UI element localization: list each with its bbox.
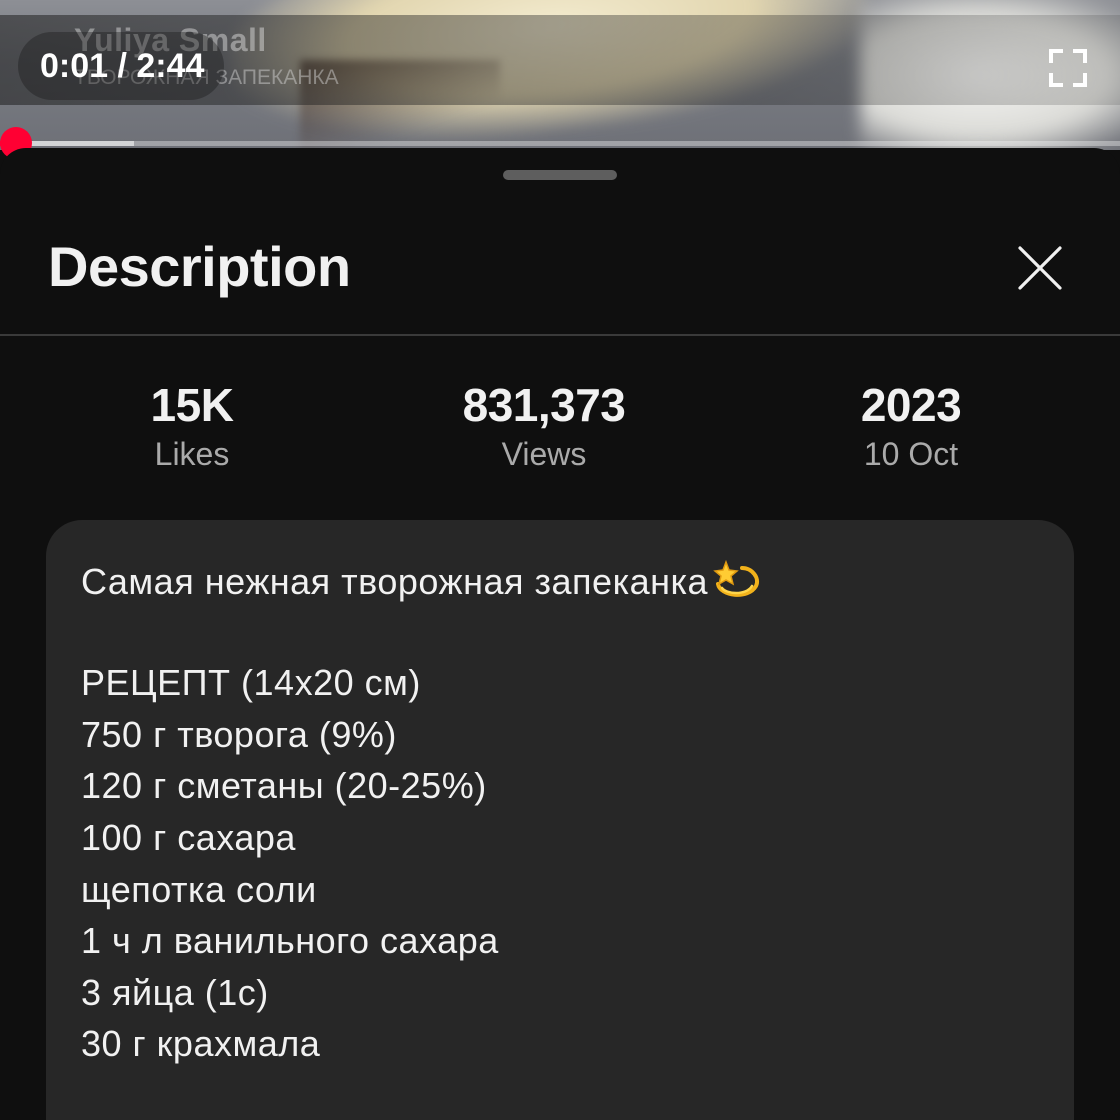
app-screen: Yuliya Small ТВОРОЖНАЯ ЗАПЕКАНКА 0:01 / …: [0, 0, 1120, 1120]
views-count: 831,373: [462, 379, 626, 431]
description-text: Самая нежная творожная запеканка РЕЦЕПТ …: [81, 554, 1041, 1070]
description-line: 750 г творога (9%): [81, 713, 397, 755]
fullscreen-icon[interactable]: [1048, 48, 1088, 88]
views-label: Views: [501, 435, 587, 472]
close-icon[interactable]: [1012, 240, 1068, 296]
description-line: [81, 606, 1041, 658]
description-line: 3 яйца (1с): [81, 971, 269, 1013]
description-line: 100 г сахара: [81, 816, 296, 858]
upload-day-month: 10 Oct: [863, 435, 959, 472]
dizzy-star-icon: [713, 559, 760, 597]
sheet-title: Description: [48, 235, 351, 298]
progress-bar[interactable]: [0, 127, 1120, 159]
upload-year: 2023: [860, 379, 962, 431]
description-line: РЕЦЕПТ (14х20 см): [81, 662, 421, 704]
description-line: Самая нежная творожная запеканка: [81, 554, 1041, 606]
description-sheet: Description 15K Likes 831,373 Views 2023…: [0, 148, 1120, 1120]
stat-upload-date: 2023 10 Oct: [786, 380, 1036, 472]
sheet-drag-handle[interactable]: [503, 170, 617, 180]
description-line: 120 г сметаны (20-25%): [81, 765, 487, 807]
stat-views: 831,373 Views: [394, 380, 694, 472]
description-line: 1 ч л ванильного сахара: [81, 920, 499, 962]
description-title-text: Самая нежная творожная запеканка: [81, 561, 709, 602]
header-divider: [0, 334, 1120, 336]
likes-count: 15K: [150, 379, 234, 431]
description-line: 30 г крахмала: [81, 1023, 321, 1065]
description-line: щепотка соли: [81, 868, 317, 910]
stat-likes: 15K Likes: [92, 380, 292, 472]
description-card[interactable]: Самая нежная творожная запеканка РЕЦЕПТ …: [46, 520, 1074, 1120]
video-player[interactable]: Yuliya Small ТВОРОЖНАЯ ЗАПЕКАНКА 0:01 / …: [0, 0, 1120, 150]
time-display[interactable]: 0:01 / 2:44: [18, 32, 225, 100]
likes-label: Likes: [154, 435, 230, 472]
